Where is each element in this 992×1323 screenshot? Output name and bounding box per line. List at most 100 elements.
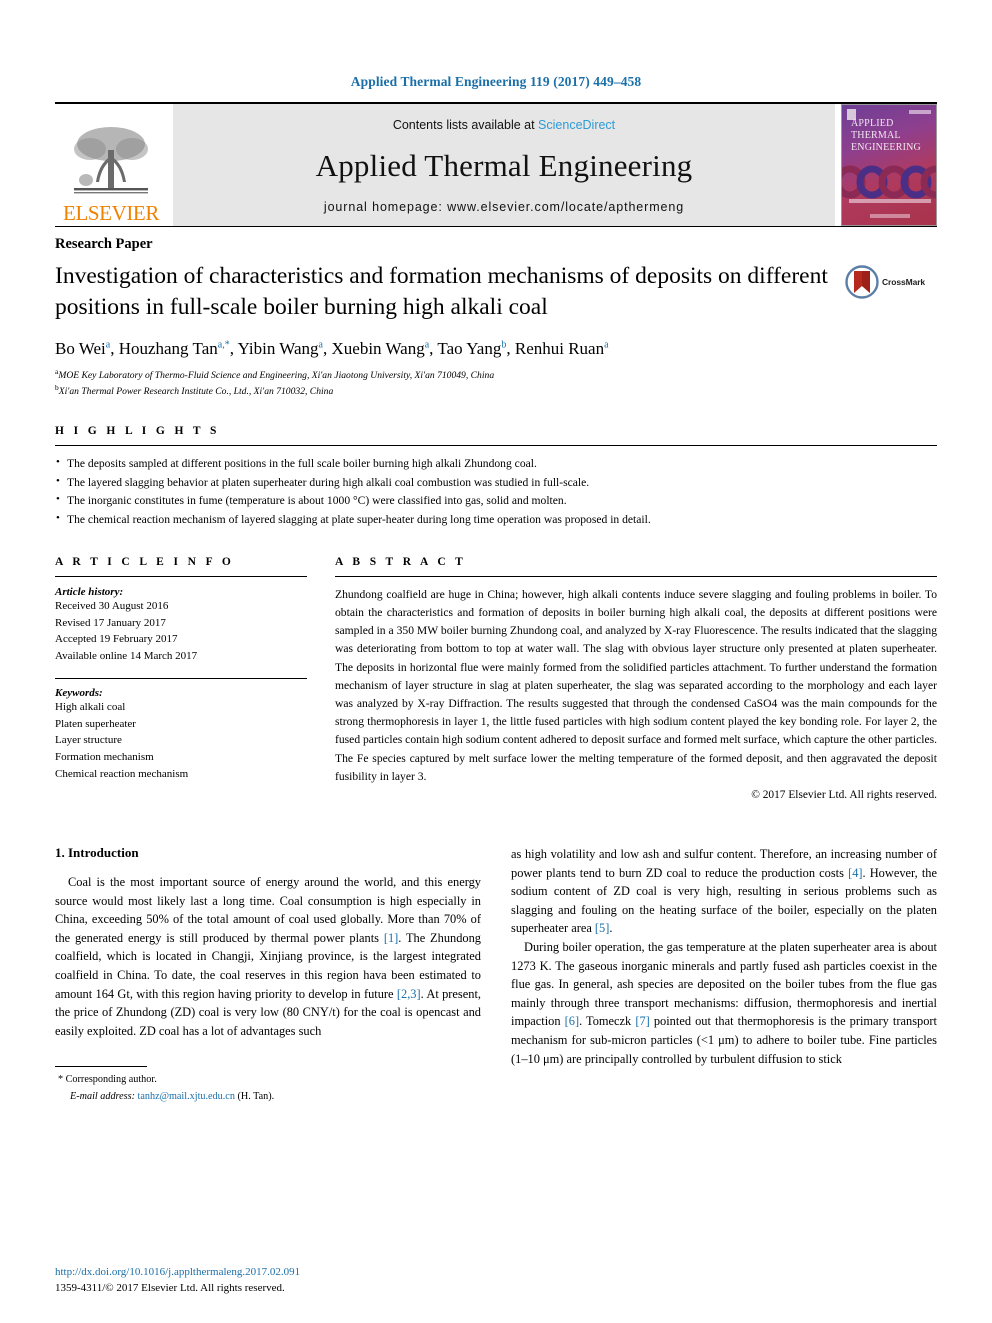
corresponding-author-line: * Corresponding author. bbox=[55, 1072, 481, 1088]
highlights-list: The deposits sampled at different positi… bbox=[55, 454, 937, 530]
affiliation-1: bXi'an Thermal Power Research Institute … bbox=[55, 383, 937, 399]
journal-title: Applied Thermal Engineering bbox=[315, 148, 693, 183]
author-1-name: Houzhang Tan bbox=[118, 339, 218, 359]
running-head: Applied Thermal Engineering 119 (2017) 4… bbox=[350, 74, 642, 89]
corresponding-author-footnote: * Corresponding author. E-mail address: … bbox=[55, 1066, 481, 1105]
article-info-rule bbox=[55, 575, 307, 577]
masthead-bottom-rule bbox=[55, 226, 937, 227]
cover-footer-bar-2 bbox=[870, 214, 910, 218]
affiliation-0-text: MOE Key Laboratory of Thermo-Fluid Scien… bbox=[58, 370, 495, 382]
sciencedirect-link[interactable]: ScienceDirect bbox=[538, 118, 615, 132]
keyword-item: Platen superheater bbox=[55, 717, 136, 730]
citation-ref-4[interactable]: [4] bbox=[848, 866, 862, 880]
doi-link[interactable]: http://dx.doi.org/10.1016/j.applthermale… bbox=[55, 1265, 495, 1281]
elsevier-wordmark: ELSEVIER bbox=[63, 201, 159, 225]
crossmark-icon bbox=[845, 265, 879, 299]
journal-band: Contents lists available at ScienceDirec… bbox=[173, 104, 835, 226]
email-link[interactable]: tanhz@mail.xjtu.edu.cn bbox=[138, 1091, 235, 1102]
introduction-heading: 1. Introduction bbox=[55, 844, 139, 860]
keyword-item: High alkali coal bbox=[55, 700, 126, 713]
journal-homepage-link[interactable]: journal homepage: www.elsevier.com/locat… bbox=[324, 200, 684, 214]
author-5: Renhui Ruana bbox=[515, 339, 609, 358]
abstract-rule bbox=[335, 575, 937, 577]
paper-page: Applied Thermal Engineering 119 (2017) 4… bbox=[0, 0, 992, 1323]
email-suffix: (H. Tan). bbox=[237, 1090, 275, 1102]
crossmark-label: CrossMark bbox=[882, 277, 926, 287]
history-item: Accepted 19 February 2017 bbox=[55, 633, 178, 646]
body-columns: 1. Introduction Coal is the most importa… bbox=[55, 845, 937, 1105]
corresponding-label: Corresponding author. bbox=[65, 1074, 157, 1086]
intro-right2-text-2: . Tomeczk bbox=[579, 1014, 636, 1029]
title-row: Investigation of characteristics and for… bbox=[55, 261, 937, 322]
affiliation-0: aMOE Key Laboratory of Thermo-Fluid Scie… bbox=[55, 367, 937, 383]
highlights-heading: H I G H L I G H T S bbox=[55, 424, 220, 437]
email-line: E-mail address: tanhz@mail.xjtu.edu.cn (… bbox=[55, 1089, 481, 1105]
citation-ref-6[interactable]: [6] bbox=[565, 1014, 579, 1028]
author-1-marks: a,* bbox=[217, 339, 230, 351]
cover-title: APPLIED THERMAL ENGINEERING bbox=[851, 118, 932, 155]
corresponding-mark: * bbox=[58, 1074, 64, 1086]
article-type-label: Research Paper bbox=[55, 236, 153, 252]
body-column-right: as high volatility and low ash and sulfu… bbox=[511, 845, 937, 1105]
elsevier-tree-icon bbox=[74, 127, 148, 194]
contents-available-line: Contents lists available at ScienceDirec… bbox=[393, 118, 615, 132]
keywords-label: Keywords: bbox=[55, 686, 103, 699]
highlights-rule bbox=[55, 444, 937, 446]
citation-ref-1[interactable]: [1] bbox=[384, 931, 398, 945]
author-list: Bo Weia, Houzhang Tana,*, Yibin Wanga, X… bbox=[55, 339, 609, 359]
abstract-column: A B S T R A C T Zhundong coalfield are h… bbox=[335, 556, 937, 801]
footnote-rule bbox=[55, 1066, 147, 1068]
highlight-item: The deposits sampled at different positi… bbox=[55, 454, 937, 474]
citation-ref-5[interactable]: [5] bbox=[595, 921, 609, 935]
keyword-item: Layer structure bbox=[55, 734, 122, 747]
author-5-marks: a bbox=[604, 339, 609, 351]
author-3-marks: a bbox=[424, 339, 430, 351]
author-2: Yibin Wanga bbox=[238, 339, 323, 358]
abstract-heading: A B S T R A C T bbox=[335, 555, 467, 568]
intro-paragraph-right-2: During boiler operation, the gas tempera… bbox=[511, 938, 937, 1068]
citation-ref-7[interactable]: [7] bbox=[635, 1014, 649, 1028]
author-5-name: Renhui Ruan bbox=[514, 339, 605, 359]
intro-right-text-3: . bbox=[609, 921, 613, 936]
author-2-name: Yibin Wang bbox=[237, 339, 319, 359]
author-3: Xuebin Wanga bbox=[332, 339, 430, 358]
author-3-name: Xuebin Wang bbox=[331, 339, 425, 359]
article-info-column: A R T I C L E I N F O Article history: R… bbox=[55, 556, 307, 801]
journal-masthead: ELSEVIER Contents lists available at Sci… bbox=[55, 102, 937, 226]
abstract-text: Zhundong coalfield are huge in China; ho… bbox=[335, 587, 938, 783]
abstract-body: Zhundong coalfield are huge in China; ho… bbox=[335, 586, 937, 801]
cover-title-line-2: THERMAL bbox=[851, 130, 901, 142]
keyword-item: Chemical reaction mechanism bbox=[55, 767, 189, 780]
email-label: E-mail address: bbox=[70, 1090, 135, 1102]
history-item: Received 30 August 2016 bbox=[55, 599, 169, 612]
cover-issn-mark bbox=[909, 110, 931, 114]
intro-paragraph-right-1: as high volatility and low ash and sulfu… bbox=[511, 845, 937, 938]
author-0-marks: a bbox=[105, 339, 111, 351]
page-footer: http://dx.doi.org/10.1016/j.applthermale… bbox=[55, 1265, 495, 1297]
author-4: Tao Yangb bbox=[437, 339, 506, 358]
issn-copyright-line: 1359-4311/© 2017 Elsevier Ltd. All right… bbox=[55, 1282, 285, 1295]
highlights-section: H I G H L I G H T S The deposits sampled… bbox=[55, 425, 937, 530]
citation-ref-2-3[interactable]: [2,3] bbox=[397, 987, 421, 1001]
crossmark-badge[interactable]: CrossMark bbox=[845, 261, 937, 299]
highlight-item: The layered slagging behavior at platen … bbox=[55, 473, 937, 493]
elsevier-logo: ELSEVIER bbox=[55, 104, 167, 226]
cover-footer-bar bbox=[849, 199, 931, 203]
author-0-name: Bo Wei bbox=[55, 339, 106, 359]
keywords-block: Keywords: High alkali coal Platen superh… bbox=[55, 687, 307, 783]
journal-cover-thumbnail: APPLIED THERMAL ENGINEERING bbox=[841, 104, 937, 226]
author-1: Houzhang Tana,* bbox=[119, 339, 230, 358]
author-4-marks: b bbox=[501, 339, 507, 351]
author-0: Bo Weia bbox=[55, 339, 110, 358]
keywords-rule bbox=[55, 677, 307, 679]
keyword-item: Formation mechanism bbox=[55, 750, 154, 763]
cover-title-line-1: APPLIED bbox=[851, 118, 894, 129]
history-item: Available online 14 March 2017 bbox=[55, 650, 198, 663]
article-history-block: Article history: Received 30 August 2016… bbox=[55, 586, 307, 665]
article-history-label: Article history: bbox=[55, 585, 124, 598]
highlight-item: The chemical reaction mechanism of layer… bbox=[55, 510, 937, 530]
cover-title-line-3: ENGINEERING bbox=[851, 142, 921, 154]
abstract-copyright: © 2017 Elsevier Ltd. All rights reserved… bbox=[751, 788, 937, 801]
affiliation-1-text: Xi'an Thermal Power Research Institute C… bbox=[58, 386, 334, 398]
contents-prefix: Contents lists available at bbox=[392, 118, 539, 132]
